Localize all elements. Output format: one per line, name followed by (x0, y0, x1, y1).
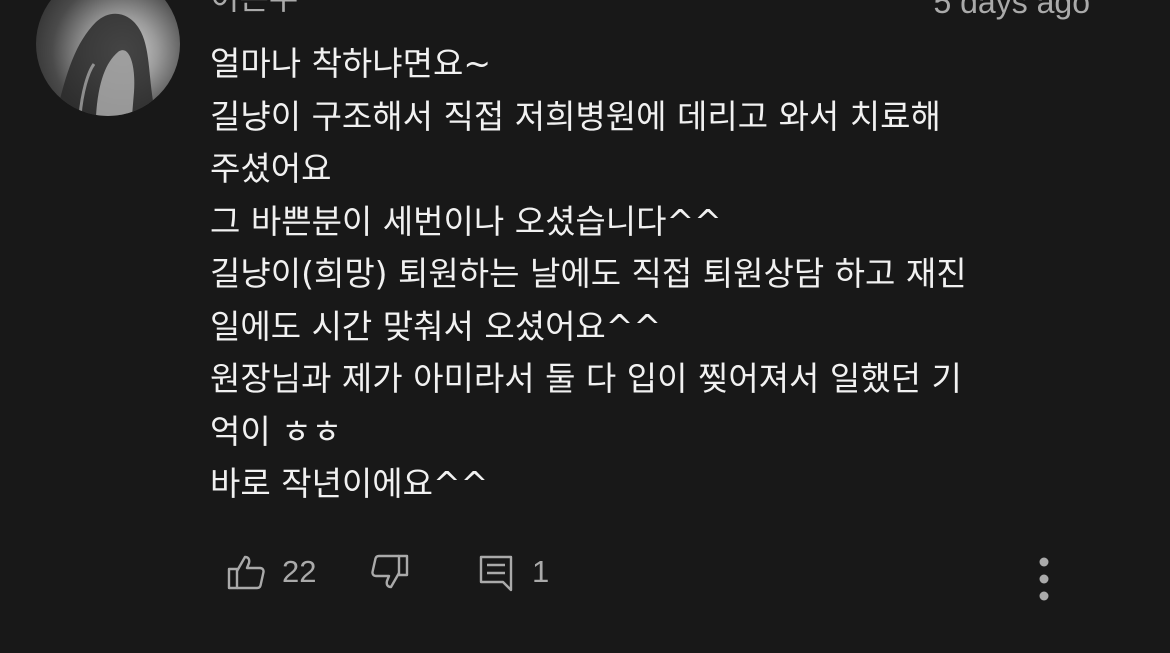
thumbs-up-icon[interactable] (226, 552, 266, 592)
comment-line: 그 바쁜분이 세번이나 오셨습니다^^ (210, 201, 722, 241)
comment-text: 얼마나 착하냐면요~ 길냥이 구조해서 직접 저희병원에 데리고 와서 치료해 … (210, 38, 1110, 511)
comment-line: 주셨어요 (210, 149, 332, 188)
comment-author[interactable]: 이은주 (210, 0, 298, 14)
comment-timestamp[interactable]: 5 days ago (933, 0, 1090, 18)
dislike-button[interactable] (370, 540, 410, 604)
comment-line: 일에도 시간 맞춰서 오셨어요^^ (210, 306, 662, 346)
comment-actions: 22 1 (0, 540, 1170, 604)
comment-icon[interactable] (476, 552, 516, 592)
more-options-button[interactable] (1024, 540, 1064, 604)
like-button[interactable]: 22 (226, 540, 316, 604)
comment-line: 억이 ㅎㅎ (210, 411, 342, 451)
reply-button[interactable]: 1 (476, 540, 549, 604)
comment-line: 원장님과 제가 아미라서 둘 다 입이 찢어져서 일했던 기 (210, 359, 962, 398)
thumbs-down-icon[interactable] (370, 552, 410, 592)
more-vertical-icon[interactable] (1024, 552, 1064, 601)
comment-line: 얼마나 착하냐면요~ (210, 44, 492, 83)
comment-line: 길냥이 구조해서 직접 저희병원에 데리고 와서 치료해 (210, 96, 941, 136)
comment-line: 길냥이(희망) 퇴원하는 날에도 직접 퇴원상담 하고 재진 (210, 254, 967, 293)
like-count: 22 (282, 554, 317, 589)
avatar[interactable] (36, 0, 180, 116)
comment-line: 바로 작년이에요^^ (210, 464, 489, 503)
reply-count: 1 (532, 554, 550, 589)
